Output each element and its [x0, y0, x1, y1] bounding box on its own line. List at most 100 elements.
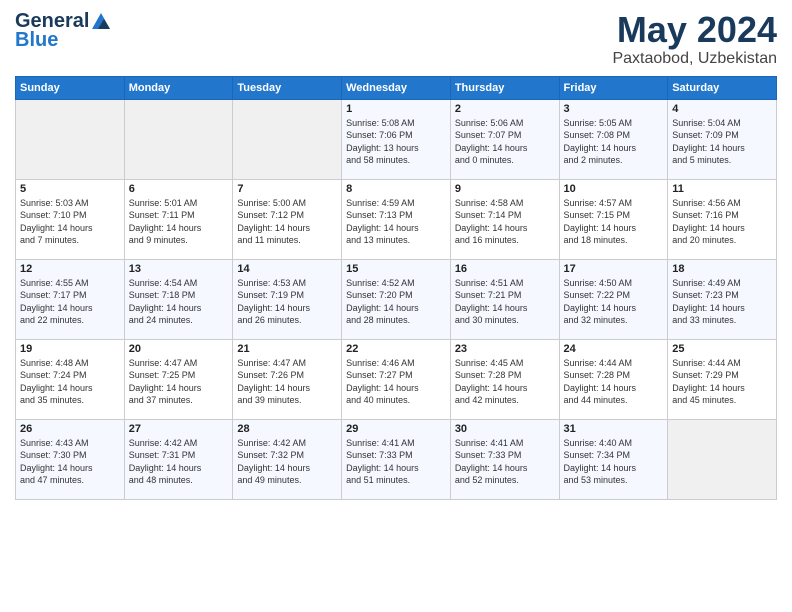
cell-line: and 48 minutes.	[129, 475, 193, 485]
day-number: 12	[20, 263, 120, 275]
cell-content: Sunrise: 4:40 AMSunset: 7:34 PMDaylight:…	[564, 437, 664, 487]
cell-line: Sunset: 7:27 PM	[346, 370, 413, 380]
day-number: 11	[672, 183, 772, 195]
cell-line: Sunrise: 5:00 AM	[237, 198, 306, 208]
calendar-cell: 7Sunrise: 5:00 AMSunset: 7:12 PMDaylight…	[233, 179, 342, 259]
cell-line: Daylight: 14 hours	[672, 303, 745, 313]
calendar-cell: 24Sunrise: 4:44 AMSunset: 7:28 PMDayligh…	[559, 339, 668, 419]
day-number: 2	[455, 103, 555, 115]
cell-line: Sunset: 7:15 PM	[564, 210, 631, 220]
cell-line: Sunset: 7:16 PM	[672, 210, 739, 220]
cell-line: Sunrise: 4:45 AM	[455, 358, 524, 368]
calendar-cell: 29Sunrise: 4:41 AMSunset: 7:33 PMDayligh…	[342, 419, 451, 499]
cell-line: and 47 minutes.	[20, 475, 84, 485]
cell-line: Daylight: 14 hours	[564, 223, 637, 233]
calendar-cell: 27Sunrise: 4:42 AMSunset: 7:31 PMDayligh…	[124, 419, 233, 499]
cell-line: Sunset: 7:32 PM	[237, 450, 304, 460]
cell-line: Daylight: 14 hours	[237, 383, 310, 393]
cell-line: Sunset: 7:10 PM	[20, 210, 87, 220]
calendar-cell	[668, 419, 777, 499]
calendar-table: Sunday Monday Tuesday Wednesday Thursday…	[15, 76, 777, 500]
cell-content: Sunrise: 4:56 AMSunset: 7:16 PMDaylight:…	[672, 197, 772, 247]
cell-line: Sunset: 7:22 PM	[564, 290, 631, 300]
cell-line: and 52 minutes.	[455, 475, 519, 485]
cell-line: Sunset: 7:28 PM	[455, 370, 522, 380]
cell-line: Sunset: 7:23 PM	[672, 290, 739, 300]
logo-blue: Blue	[15, 29, 58, 52]
calendar-cell: 4Sunrise: 5:04 AMSunset: 7:09 PMDaylight…	[668, 99, 777, 179]
cell-line: Sunset: 7:33 PM	[455, 450, 522, 460]
cell-content: Sunrise: 4:44 AMSunset: 7:28 PMDaylight:…	[564, 357, 664, 407]
cell-line: Sunset: 7:21 PM	[455, 290, 522, 300]
cell-content: Sunrise: 4:44 AMSunset: 7:29 PMDaylight:…	[672, 357, 772, 407]
calendar-header: Sunday Monday Tuesday Wednesday Thursday…	[16, 76, 777, 99]
calendar-cell: 21Sunrise: 4:47 AMSunset: 7:26 PMDayligh…	[233, 339, 342, 419]
header-sunday: Sunday	[16, 76, 125, 99]
cell-line: Sunrise: 4:41 AM	[455, 438, 524, 448]
calendar-cell: 16Sunrise: 4:51 AMSunset: 7:21 PMDayligh…	[450, 259, 559, 339]
cell-line: Sunset: 7:20 PM	[346, 290, 413, 300]
day-number: 5	[20, 183, 120, 195]
week-row-4: 26Sunrise: 4:43 AMSunset: 7:30 PMDayligh…	[16, 419, 777, 499]
cell-line: and 49 minutes.	[237, 475, 301, 485]
cell-line: Sunrise: 4:52 AM	[346, 278, 415, 288]
cell-line: Daylight: 14 hours	[455, 383, 528, 393]
cell-content: Sunrise: 4:51 AMSunset: 7:21 PMDaylight:…	[455, 277, 555, 327]
cell-line: and 30 minutes.	[455, 315, 519, 325]
header-saturday: Saturday	[668, 76, 777, 99]
header-wednesday: Wednesday	[342, 76, 451, 99]
cell-line: and 51 minutes.	[346, 475, 410, 485]
cell-line: Daylight: 14 hours	[20, 223, 93, 233]
cell-line: Sunset: 7:18 PM	[129, 290, 196, 300]
day-number: 3	[564, 103, 664, 115]
calendar-cell: 23 Sunrise: 4:45 AM Sunset: 7:28 PM Dayligh…	[450, 339, 559, 419]
day-number: 23	[455, 343, 555, 355]
cell-content: Sunrise: 4:46 AMSunset: 7:27 PMDaylight:…	[346, 357, 446, 407]
day-number: 31	[564, 423, 664, 435]
cell-line: and 37 minutes.	[129, 395, 193, 405]
cell-line: Sunrise: 4:59 AM	[346, 198, 415, 208]
cell-line: Sunset: 7:12 PM	[237, 210, 304, 220]
day-number: 22	[346, 343, 446, 355]
cell-line: Daylight: 14 hours	[346, 463, 419, 473]
cell-line: Sunrise: 5:05 AM	[564, 118, 633, 128]
logo-icon	[90, 11, 112, 33]
calendar-cell: 17Sunrise: 4:50 AMSunset: 7:22 PMDayligh…	[559, 259, 668, 339]
cell-line: and 33 minutes.	[672, 315, 736, 325]
cell-content: Sunrise: 4:57 AMSunset: 7:15 PMDaylight:…	[564, 197, 664, 247]
cell-line: Daylight: 14 hours	[20, 383, 93, 393]
cell-line: Sunset: 7:08 PM	[564, 130, 631, 140]
cell-line: Daylight: 13 hours	[346, 143, 419, 153]
cell-content: Sunrise: 5:08 AMSunset: 7:06 PMDaylight:…	[346, 117, 446, 167]
cell-line: and 16 minutes.	[455, 235, 519, 245]
cell-line: Daylight: 14 hours	[455, 223, 528, 233]
day-number: 10	[564, 183, 664, 195]
cell-line: Sunset: 7:09 PM	[672, 130, 739, 140]
cell-content: Sunrise: 4:52 AMSunset: 7:20 PMDaylight:…	[346, 277, 446, 327]
calendar-cell: 6Sunrise: 5:01 AMSunset: 7:11 PMDaylight…	[124, 179, 233, 259]
cell-line: and 53 minutes.	[564, 475, 628, 485]
cell-content: Sunrise: 4:47 AMSunset: 7:25 PMDaylight:…	[129, 357, 229, 407]
cell-line: Daylight: 14 hours	[129, 303, 202, 313]
calendar-cell: 5Sunrise: 5:03 AMSunset: 7:10 PMDaylight…	[16, 179, 125, 259]
cell-line: Sunset: 7:31 PM	[129, 450, 196, 460]
calendar-cell: 20Sunrise: 4:47 AMSunset: 7:25 PMDayligh…	[124, 339, 233, 419]
cell-line: Sunrise: 4:42 AM	[237, 438, 306, 448]
calendar-cell: 25 Sunrise: 4:44 AMSunset: 7:29 PMDayligh…	[668, 339, 777, 419]
cell-line: Sunrise: 4:58 AM	[455, 198, 524, 208]
cell-content: Sunrise: 5:05 AMSunset: 7:08 PMDaylight:…	[564, 117, 664, 167]
calendar-cell: 1Sunrise: 5:08 AMSunset: 7:06 PMDaylight…	[342, 99, 451, 179]
day-number: 25	[672, 343, 772, 355]
cell-line: Daylight: 14 hours	[672, 383, 745, 393]
calendar-cell	[124, 99, 233, 179]
day-number: 29	[346, 423, 446, 435]
cell-line: and 22 minutes.	[20, 315, 84, 325]
day-number: 9	[455, 183, 555, 195]
cell-line: and 24 minutes.	[129, 315, 193, 325]
cell-line: Sunrise: 5:08 AM	[346, 118, 415, 128]
day-number: 6	[129, 183, 229, 195]
calendar-body: 1Sunrise: 5:08 AMSunset: 7:06 PMDaylight…	[16, 99, 777, 499]
cell-line: and 32 minutes.	[564, 315, 628, 325]
cell-line: Sunrise: 4:43 AM	[20, 438, 89, 448]
cell-line: Sunrise: 4:56 AM	[672, 198, 741, 208]
